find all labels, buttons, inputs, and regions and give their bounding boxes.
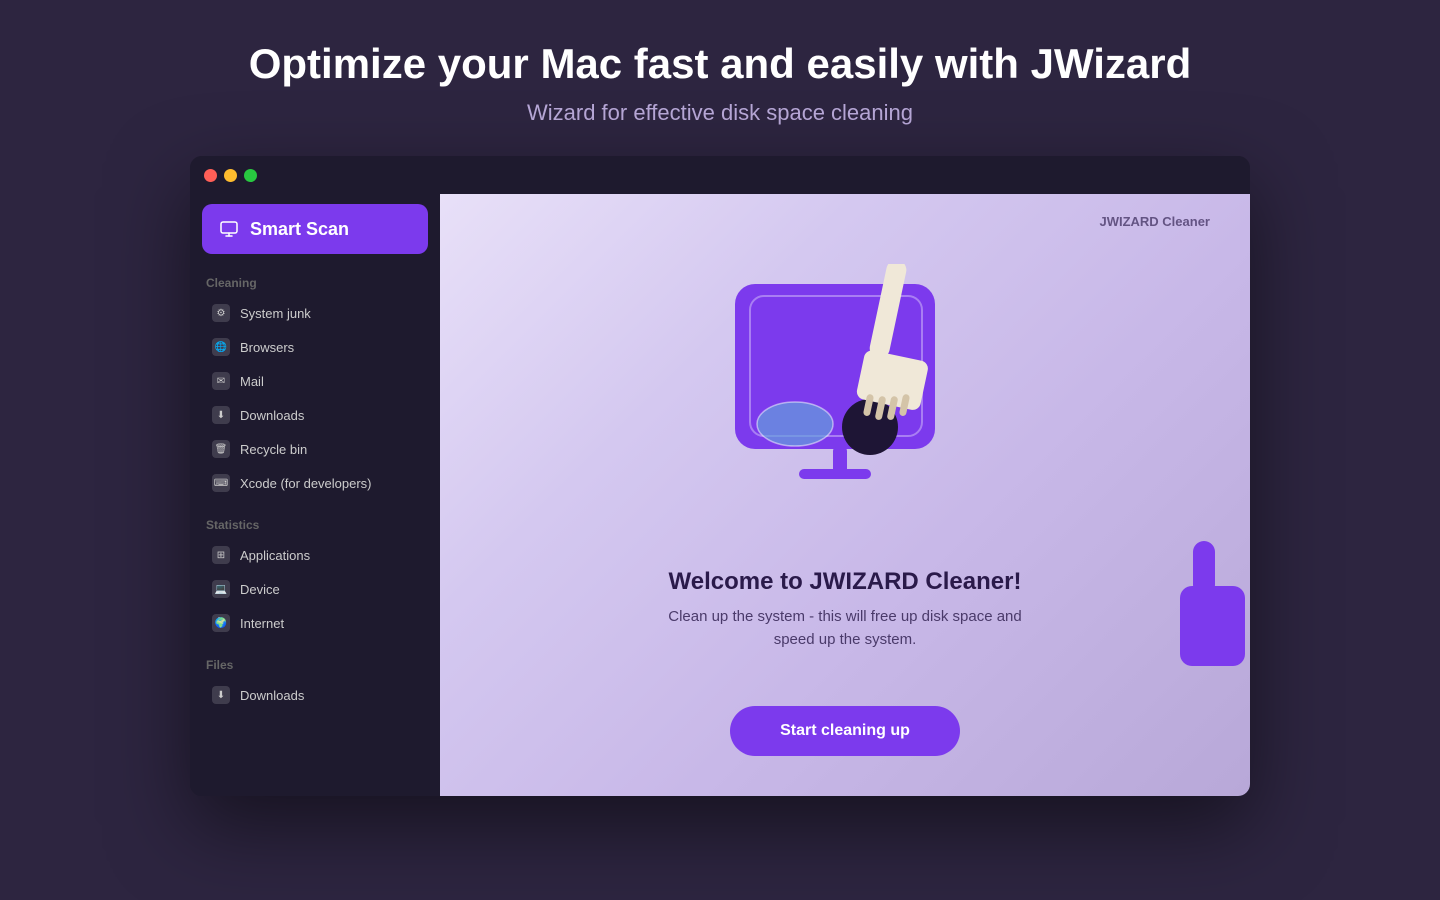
close-button[interactable] [204,169,217,182]
sidebar-item-recycle-bin[interactable]: 🗑 Recycle bin [202,432,428,466]
cleaning-section-title: Cleaning [202,276,428,290]
browsers-label: Browsers [240,340,294,355]
main-content: JWIZARD Cleaner [440,194,1250,796]
page-background: Optimize your Mac fast and easily with J… [190,0,1250,796]
start-cleaning-button[interactable]: Start cleaning up [730,706,960,756]
page-subtitle: Wizard for effective disk space cleaning [210,100,1230,126]
smart-scan-button[interactable]: Smart Scan [202,204,428,254]
minimize-button[interactable] [224,169,237,182]
app-body: Smart Scan Cleaning ⚙ System junk 🌐 Brow… [190,194,1250,796]
mail-label: Mail [240,374,264,389]
page-title: Optimize your Mac fast and easily with J… [210,40,1230,88]
titlebar [190,156,1250,194]
welcome-title: Welcome to JWIZARD Cleaner! [655,568,1035,596]
maximize-button[interactable] [244,169,257,182]
statistics-section: Statistics ⊞ Applications 💻 Device 🌍 Int… [202,518,428,640]
files-download-icon: ⬇ [212,686,230,704]
traffic-lights [204,169,257,182]
statistics-section-title: Statistics [202,518,428,532]
app-icon: ⊞ [212,546,230,564]
sidebar-item-system-junk[interactable]: ⚙ System junk [202,296,428,330]
sidebar-item-xcode[interactable]: ⌨ Xcode (for developers) [202,466,428,500]
device-label: Device [240,582,280,597]
download-icon: ⬇ [212,406,230,424]
main-illustration [705,264,985,524]
gear-icon: ⚙ [212,304,230,322]
app-window: Smart Scan Cleaning ⚙ System junk 🌐 Brow… [190,156,1250,796]
welcome-section: Welcome to JWIZARD Cleaner! Clean up the… [655,568,1035,651]
files-section-title: Files [202,658,428,672]
sidebar-item-downloads[interactable]: ⬇ Downloads [202,398,428,432]
cleaning-section: Cleaning ⚙ System junk 🌐 Browsers ✉ Mail [202,276,428,500]
globe-icon: 🌐 [212,338,230,356]
xcode-icon: ⌨ [212,474,230,492]
device-icon: 💻 [212,580,230,598]
sidebar-item-mail[interactable]: ✉ Mail [202,364,428,398]
system-junk-label: System junk [240,306,311,321]
xcode-label: Xcode (for developers) [240,476,372,491]
trash-icon: 🗑 [212,440,230,458]
internet-icon: 🌍 [212,614,230,632]
sidebar-item-internet[interactable]: 🌍 Internet [202,606,428,640]
welcome-desc: Clean up the system - this will free up … [655,606,1035,651]
files-downloads-label: Downloads [240,688,304,703]
applications-label: Applications [240,548,310,563]
page-header: Optimize your Mac fast and easily with J… [190,0,1250,156]
sidebar-item-browsers[interactable]: 🌐 Browsers [202,330,428,364]
cleaner-illustration [705,254,985,534]
recycle-bin-label: Recycle bin [240,442,307,457]
app-title-label: JWIZARD Cleaner [1099,214,1210,229]
sidebar: Smart Scan Cleaning ⚙ System junk 🌐 Brow… [190,194,440,796]
thumbs-decoration [1175,541,1250,706]
internet-label: Internet [240,616,284,631]
downloads-label: Downloads [240,408,304,423]
monitor-icon [218,218,240,240]
mail-icon: ✉ [212,372,230,390]
files-section: Files ⬇ Downloads [202,658,428,712]
sidebar-item-device[interactable]: 💻 Device [202,572,428,606]
sidebar-item-files-downloads[interactable]: ⬇ Downloads [202,678,428,712]
smart-scan-label: Smart Scan [250,219,349,240]
sidebar-item-applications[interactable]: ⊞ Applications [202,538,428,572]
